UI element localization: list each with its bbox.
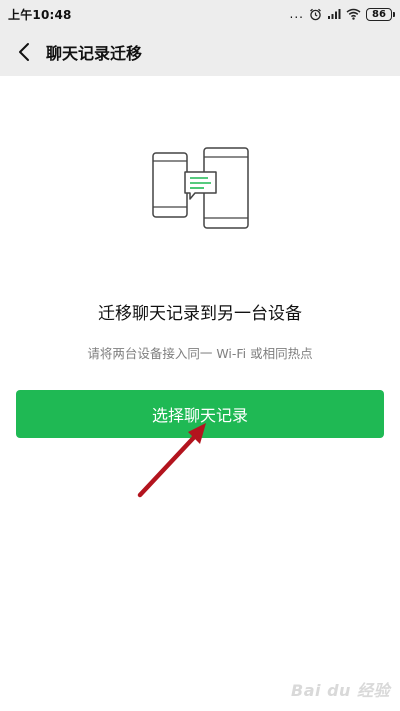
- status-bar: 上午10:48 ... 86: [0, 0, 400, 28]
- migration-heading: 迁移聊天记录到另一台设备: [98, 304, 302, 324]
- status-icons: ... 86: [289, 7, 395, 21]
- battery-indicator: 86: [366, 7, 395, 21]
- wifi-icon: [346, 8, 361, 20]
- device-transfer-illustration: [150, 145, 250, 231]
- header-bar: 聊天记录迁移: [0, 28, 400, 76]
- page-title: 聊天记录迁移: [46, 44, 143, 63]
- baidu-watermark: Bai du 经验: [291, 681, 390, 700]
- select-chat-records-button[interactable]: 选择聊天记录: [16, 390, 384, 438]
- phones-transfer-icon: [152, 147, 249, 229]
- status-time: 上午10:48: [8, 7, 72, 22]
- signal-icon: [327, 8, 341, 20]
- alarm-icon: [309, 8, 322, 21]
- chevron-left-icon: [19, 43, 29, 61]
- back-button[interactable]: [4, 28, 44, 76]
- notification-dots: ...: [289, 7, 304, 21]
- migration-subtitle: 请将两台设备接入同一 Wi-Fi 或相同热点: [87, 346, 313, 361]
- select-chat-records-label: 选择聊天记录: [151, 406, 248, 425]
